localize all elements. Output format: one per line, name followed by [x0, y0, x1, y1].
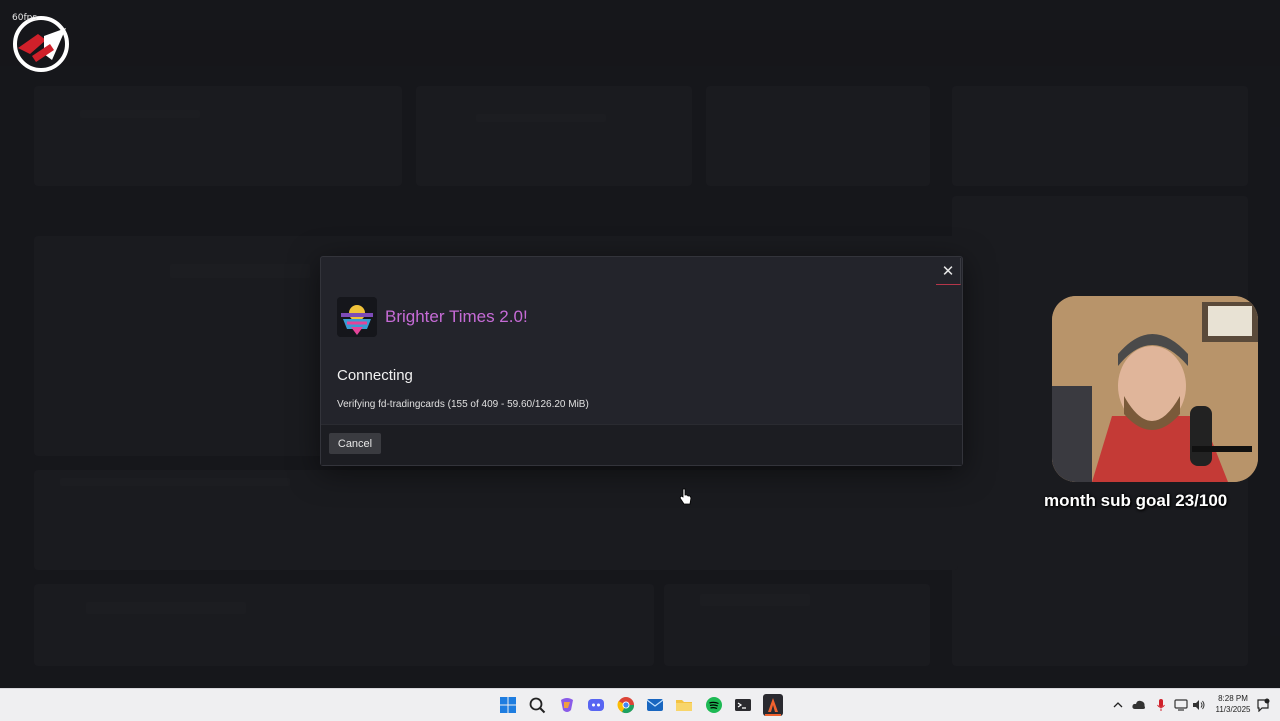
server-logo-icon [337, 297, 377, 337]
fivem-icon[interactable] [763, 694, 783, 716]
dialog-footer: Cancel [321, 424, 962, 465]
close-icon[interactable]: ✕ [936, 258, 961, 285]
chrome-icon[interactable] [617, 696, 635, 714]
hand-cursor-icon [679, 488, 692, 505]
connection-dialog: ✕ Brighter Times 2.0! Connecting Verifyi… [320, 256, 963, 466]
spotify-icon[interactable] [705, 696, 723, 714]
cancel-button[interactable]: Cancel [329, 433, 381, 454]
taskbar: 8:28 PM 11/3/2025 [0, 688, 1280, 721]
network-icon[interactable] [1174, 699, 1188, 711]
status-title: Connecting [337, 367, 413, 384]
fps-counter: 60fps [12, 13, 38, 23]
server-name: Brighter Times 2.0! [385, 307, 528, 326]
mail-icon[interactable] [646, 696, 664, 714]
status-detail: Verifying fd-tradingcards (155 of 409 - … [337, 399, 589, 410]
webcam-feed [1052, 296, 1258, 482]
start-icon[interactable] [499, 696, 517, 714]
clock-date: 11/3/2025 [1215, 705, 1251, 714]
clock-time: 8:28 PM [1218, 694, 1248, 703]
chevron-up-icon[interactable] [1113, 700, 1123, 710]
volume-icon[interactable] [1192, 699, 1206, 711]
taskbar-clock[interactable]: 8:28 PM 11/3/2025 [1212, 693, 1254, 715]
sub-goal-text: month sub goal 23/100 [1044, 491, 1228, 510]
terminal-icon[interactable] [734, 696, 752, 714]
cloud-icon[interactable] [1132, 699, 1146, 711]
search-icon[interactable] [528, 696, 546, 714]
files-icon[interactable] [675, 696, 693, 714]
copilot-icon[interactable] [558, 696, 576, 714]
microphone-icon[interactable] [1156, 698, 1166, 712]
discord-icon[interactable] [587, 696, 605, 714]
notification-icon[interactable] [1256, 698, 1270, 712]
